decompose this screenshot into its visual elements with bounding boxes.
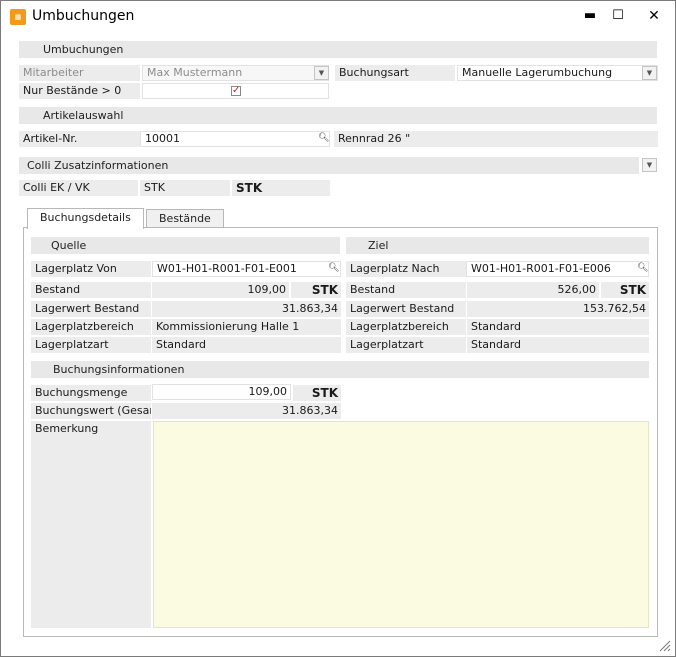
quelle-art-label: Lagerplatzart [31, 337, 151, 353]
lagerplatz-nach-label: Lagerplatz Nach [346, 261, 466, 277]
title-bar[interactable]: ▦ Umbuchungen ▬ ☐ ✕ [1, 1, 675, 32]
colli-expand-button[interactable]: ▼ [642, 158, 657, 172]
mitarbeiter-label: Mitarbeiter [19, 65, 140, 81]
lagerplatz-nach-value: W01-H01-R001-F01-E006 [471, 262, 611, 275]
ziel-bereich-label: Lagerplatzbereich [346, 319, 466, 335]
resize-grip-icon[interactable] [659, 640, 671, 652]
buchungsart-dropdown-button[interactable]: ▼ [642, 66, 657, 80]
buchungsmenge-unit: STK [293, 385, 341, 401]
section-buchungsinformationen: Buchungsinformationen [31, 361, 649, 378]
section-quelle: Quelle [31, 237, 340, 254]
section-ziel: Ziel [346, 237, 649, 254]
minimize-icon: ▬ [583, 8, 597, 23]
checkmark-icon: ✓ [232, 85, 241, 96]
buchungsart-label: Buchungsart [335, 65, 455, 81]
ziel-bestand-value: 526,00 [467, 282, 599, 298]
close-button[interactable]: ✕ [641, 7, 667, 25]
minimize-button[interactable]: ▬ [577, 7, 603, 25]
bemerkung-label: Bemerkung [31, 421, 151, 628]
colli-vk-unit: STK [232, 180, 330, 196]
buchungsmenge-input[interactable]: 109,00 [152, 384, 291, 400]
artikel-nr-input[interactable]: 10001 [140, 131, 330, 147]
quelle-art-value: Standard [152, 337, 341, 353]
tab-bestaende[interactable]: Bestände [146, 209, 224, 229]
lagerplatz-von-label: Lagerplatz Von [31, 261, 151, 277]
maximize-button[interactable]: ☐ [605, 7, 631, 25]
ziel-bestand-label: Bestand [346, 282, 466, 298]
bemerkung-label-text: Bemerkung [35, 422, 99, 435]
section-colli: Colli Zusatzinformationen [19, 157, 639, 174]
buchungswert-value: 31.863,34 [152, 403, 341, 419]
artikel-name: Rennrad 26 " [334, 131, 658, 147]
search-icon[interactable]: 🔍︎ [318, 133, 329, 143]
lagerplatz-von-input[interactable]: W01-H01-R001-F01-E001 [152, 261, 341, 277]
quelle-bestand-value: 109,00 [152, 282, 289, 298]
buchungsart-value: Manuelle Lagerumbuchung [462, 66, 613, 79]
search-icon[interactable]: 🔍︎ [328, 263, 339, 273]
nur-bestaende-checkbox[interactable]: ✓ [231, 86, 241, 96]
ziel-lagerwert-value: 153.762,54 [467, 301, 649, 317]
quelle-bestand-unit: STK [291, 282, 341, 298]
buchungsmenge-value: 109,00 [248, 385, 288, 398]
ziel-art-value: Standard [467, 337, 649, 353]
ziel-bestand-unit: STK [601, 282, 649, 298]
mitarbeiter-value: Max Mustermann [147, 66, 243, 79]
app-logo-icon: ▦ [10, 9, 26, 25]
lagerplatz-nach-input[interactable]: W01-H01-R001-F01-E006 [466, 261, 649, 277]
nur-bestaende-label: Nur Bestände > 0 [19, 83, 140, 99]
buchungsmenge-label: Buchungsmenge [31, 385, 151, 401]
buchungsart-select[interactable]: Manuelle Lagerumbuchung [457, 65, 658, 81]
lagerplatz-von-value: W01-H01-R001-F01-E001 [157, 262, 297, 275]
mitarbeiter-field: Max Mustermann [142, 65, 329, 81]
ziel-lagerwert-label: Lagerwert Bestand [346, 301, 466, 317]
quelle-bereich-label: Lagerplatzbereich [31, 319, 151, 335]
section-artikelauswahl: Artikelauswahl [19, 107, 657, 124]
window-title: Umbuchungen [32, 8, 135, 24]
close-icon: ✕ [648, 8, 660, 24]
colli-ek-vk-label: Colli EK / VK [19, 180, 138, 196]
quelle-lagerwert-value: 31.863,34 [152, 301, 341, 317]
chevron-down-icon: ▼ [646, 69, 653, 77]
mitarbeiter-dropdown-button: ▼ [314, 66, 329, 80]
artikel-nr-label: Artikel-Nr. [19, 131, 140, 147]
ziel-bereich-value: Standard [467, 319, 649, 335]
chevron-down-icon: ▼ [646, 161, 653, 169]
quelle-lagerwert-label: Lagerwert Bestand [31, 301, 151, 317]
chevron-down-icon: ▼ [318, 69, 325, 77]
buchungswert-label: Buchungswert (Gesamt) [31, 403, 151, 419]
bemerkung-textarea[interactable] [153, 421, 649, 628]
tab-buchungsdetails[interactable]: Buchungsdetails [27, 208, 144, 229]
colli-ek-unit: STK [140, 180, 230, 196]
search-icon[interactable]: 🔍︎ [637, 263, 648, 273]
section-umbuchungen: Umbuchungen [19, 41, 657, 58]
artikel-nr-value: 10001 [145, 132, 180, 145]
umbuchungen-window: ▦ Umbuchungen ▬ ☐ ✕ Umbuchungen Mitarbei… [0, 0, 676, 657]
ziel-art-label: Lagerplatzart [346, 337, 466, 353]
quelle-bereich-value: Kommissionierung Halle 1 [152, 319, 341, 335]
quelle-bestand-label: Bestand [31, 282, 151, 298]
maximize-icon: ☐ [612, 8, 624, 23]
